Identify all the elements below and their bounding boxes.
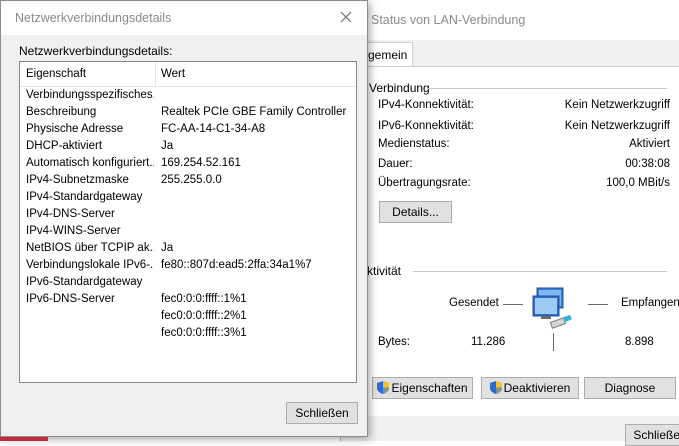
list-item-value: fe80::807d:ead5:2ffa:34a1%7 bbox=[161, 259, 312, 271]
list-item-value: fec0:0:0:ffff::3%1 bbox=[161, 327, 247, 339]
uac-shield-icon bbox=[377, 381, 390, 394]
dialog-close-button[interactable] bbox=[333, 5, 359, 29]
list-item-property: Verbindungsspezifisches... bbox=[26, 89, 154, 101]
list-item-value: 255.255.0.0 bbox=[161, 174, 222, 186]
lan-status-panel bbox=[351, 66, 679, 417]
details-list[interactable]: Eigenschaft Wert Verbindungsspezifisches… bbox=[19, 61, 357, 383]
details-button[interactable]: Details... bbox=[379, 201, 452, 223]
network-details-dialog: Netzwerkverbindungsdetails Netzwerkverbi… bbox=[0, 0, 368, 437]
bytes-received-value: 8.898 bbox=[625, 336, 654, 348]
list-item-property: Physische Adresse bbox=[26, 123, 124, 135]
media-status-value: Aktiviert bbox=[629, 138, 670, 150]
network-computers-icon bbox=[532, 287, 572, 329]
list-item[interactable]: DHCP-aktiviert Ja bbox=[20, 139, 356, 156]
list-item[interactable]: fec0:0:0:ffff::2%1 bbox=[20, 309, 356, 326]
tab-general-label: gemein bbox=[368, 48, 408, 62]
dialog-title: Netzwerkverbindungsdetails bbox=[15, 11, 172, 25]
duration-value: 00:38:08 bbox=[625, 158, 670, 170]
disable-button[interactable]: Deaktivieren bbox=[481, 377, 579, 399]
dialog-titlebar: Netzwerkverbindungsdetails bbox=[1, 1, 367, 35]
list-item-property: Automatisch konfiguriert... bbox=[26, 157, 154, 169]
list-item[interactable]: Physische Adresse FC-AA-14-C1-34-A8 bbox=[20, 122, 356, 139]
list-item-property: IPv6-Standardgateway bbox=[26, 276, 143, 288]
media-status-label: Medienstatus: bbox=[378, 138, 450, 150]
list-item-value: FC-AA-14-C1-34-A8 bbox=[161, 123, 266, 135]
list-item-property: IPv4-Subnetzmaske bbox=[26, 174, 129, 186]
list-item-property: IPv4-WINS-Server bbox=[26, 225, 121, 237]
details-list-header: Eigenschaft Wert bbox=[20, 62, 356, 87]
properties-button-label: Eigenschaften bbox=[391, 381, 468, 395]
connection-group-divider bbox=[427, 88, 667, 89]
close-icon bbox=[340, 11, 352, 23]
list-item-value: Ja bbox=[161, 140, 174, 152]
list-item-property: Verbindungslokale IPv6-... bbox=[26, 259, 154, 271]
list-item[interactable]: Verbindungsspezifisches... bbox=[20, 88, 356, 105]
list-item-value: 169.254.52.161 bbox=[161, 157, 241, 169]
properties-button[interactable]: Eigenschaften bbox=[372, 377, 473, 399]
list-item-property: Beschreibung bbox=[26, 106, 97, 118]
list-item[interactable]: IPv4-Subnetzmaske 255.255.0.0 bbox=[20, 173, 356, 190]
dialog-close-button-bottom[interactable]: Schließen bbox=[286, 402, 358, 424]
list-item-property: DHCP-aktiviert bbox=[26, 140, 103, 152]
list-item[interactable]: NetBIOS über TCPIP ak... Ja bbox=[20, 241, 356, 258]
column-header-divider[interactable] bbox=[155, 62, 156, 86]
taskbar-fragment bbox=[0, 437, 48, 441]
connection-group-heading: Verbindung bbox=[369, 81, 430, 95]
transfer-rate-label: Übertragungsrate: bbox=[378, 177, 471, 189]
lan-status-title: Status von LAN-Verbindung bbox=[371, 13, 526, 27]
ipv6-connectivity-value: Kein Netzwerkzugriff bbox=[564, 120, 670, 132]
list-item[interactable]: IPv4-WINS-Server bbox=[20, 224, 356, 241]
bytes-sent-value: 11.286 bbox=[471, 336, 506, 348]
transfer-rate-value: 100,0 MBit/s bbox=[606, 177, 670, 189]
list-item-value: fec0:0:0:ffff::2%1 bbox=[161, 310, 247, 322]
list-item-value: fec0:0:0:ffff::1%1 bbox=[161, 293, 247, 305]
list-item[interactable]: IPv4-DNS-Server bbox=[20, 207, 356, 224]
sent-label: Gesendet bbox=[449, 297, 499, 309]
received-label: Empfangen bbox=[621, 297, 679, 309]
list-item[interactable]: IPv6-Standardgateway bbox=[20, 275, 356, 292]
tab-general[interactable]: gemein bbox=[363, 42, 413, 67]
bytes-label: Bytes: bbox=[378, 336, 410, 348]
ipv4-connectivity-label: IPv4-Konnektivität: bbox=[378, 99, 474, 111]
diagnose-button[interactable]: Diagnose bbox=[584, 377, 676, 399]
sent-line bbox=[503, 304, 523, 305]
received-line bbox=[588, 304, 608, 305]
duration-label: Dauer: bbox=[378, 158, 413, 170]
list-item[interactable]: fec0:0:0:ffff::3%1 bbox=[20, 326, 356, 343]
list-item[interactable]: IPv6-DNS-Server fec0:0:0:ffff::1%1 bbox=[20, 292, 356, 309]
list-item[interactable]: IPv4-Standardgateway bbox=[20, 190, 356, 207]
ipv6-connectivity-label: IPv6-Konnektivität: bbox=[378, 120, 474, 132]
ipv4-connectivity-value: Kein Netzwerkzugriff bbox=[564, 99, 670, 111]
list-item-property: IPv4-Standardgateway bbox=[26, 191, 143, 203]
list-item-property: NetBIOS über TCPIP ak... bbox=[26, 242, 154, 254]
activity-group-divider bbox=[413, 271, 667, 272]
list-item[interactable]: Automatisch konfiguriert... 169.254.52.16… bbox=[20, 156, 356, 173]
lan-status-window: Status von LAN-Verbindung gemein Verbind… bbox=[340, 0, 679, 446]
activity-group-heading: ktivität bbox=[367, 264, 402, 278]
disable-button-label: Deaktivieren bbox=[503, 381, 571, 395]
list-item[interactable]: Beschreibung Realtek PCIe GBE Family Cont… bbox=[20, 105, 356, 122]
list-item-property: IPv6-DNS-Server bbox=[26, 293, 115, 305]
lan-status-titlebar: Status von LAN-Verbindung bbox=[341, 0, 679, 40]
list-item-value: Ja bbox=[161, 242, 174, 254]
list-item-property: IPv4-DNS-Server bbox=[26, 208, 115, 220]
uac-shield-icon bbox=[489, 381, 502, 394]
column-header-property[interactable]: Eigenschaft bbox=[26, 68, 86, 80]
lan-status-close-button[interactable]: Schließen bbox=[625, 424, 679, 446]
list-item-value: Realtek PCIe GBE Family Controller bbox=[161, 106, 347, 118]
column-header-value[interactable]: Wert bbox=[161, 68, 185, 80]
list-item[interactable]: Verbindungslokale IPv6-... fe80::807d:ead… bbox=[20, 258, 356, 275]
details-list-label: Netzwerkverbindungsdetails: bbox=[19, 44, 173, 58]
activity-divider bbox=[553, 333, 554, 351]
